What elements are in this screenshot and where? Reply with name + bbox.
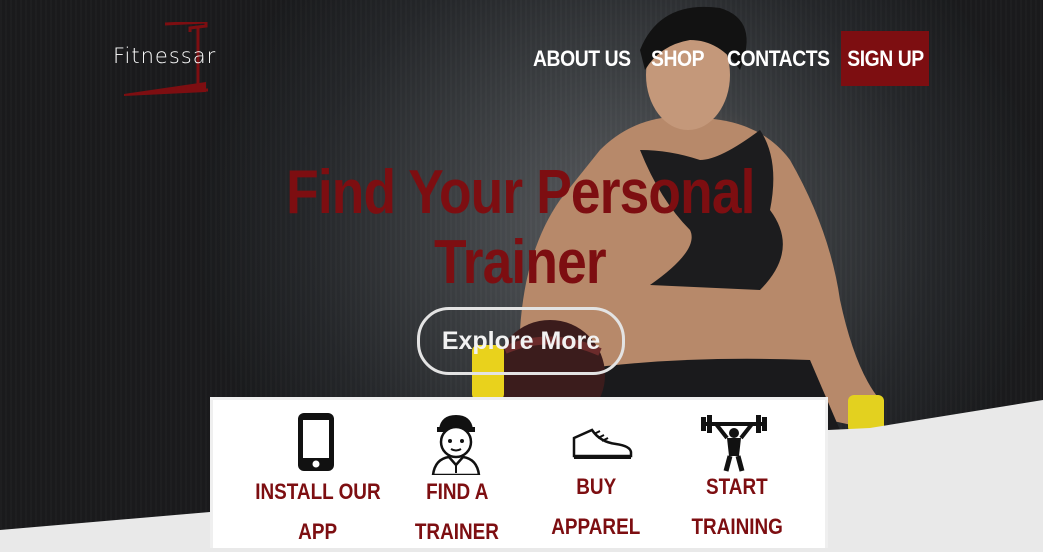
trainer-icon xyxy=(431,415,481,475)
smartphone-icon xyxy=(298,413,334,471)
features-panel: INSTALL OUR APP FIND A TRAINER BUY APPAREL xyxy=(210,397,828,548)
nav-about-us[interactable]: ABOUT US xyxy=(533,46,631,72)
explore-more-label: Explore More xyxy=(441,326,601,355)
feature-install-app-label: INSTALL OUR APP xyxy=(255,479,381,544)
headline-line-2: Trainer xyxy=(434,228,607,297)
feature-buy-apparel-label: BUY APPAREL xyxy=(551,474,641,539)
logo-text: Fitnessar xyxy=(113,44,217,68)
explore-more-button[interactable]: Explore More xyxy=(417,307,625,375)
nav-contacts[interactable]: CONTACTS xyxy=(727,46,830,72)
sneaker-icon xyxy=(572,428,633,459)
weightlifter-icon xyxy=(701,415,767,472)
sign-up-button[interactable]: SIGN UP xyxy=(841,31,929,86)
headline-line-1: Find Your Personal xyxy=(285,158,755,227)
feature-start-training-label: START TRAINING xyxy=(691,474,783,539)
nav-shop[interactable]: SHOP xyxy=(651,46,705,72)
sign-up-label: SIGN UP xyxy=(846,45,924,71)
feature-find-trainer-label: FIND A TRAINER xyxy=(414,479,500,544)
hero-headline: Find Your Personal Trainer xyxy=(230,158,810,298)
